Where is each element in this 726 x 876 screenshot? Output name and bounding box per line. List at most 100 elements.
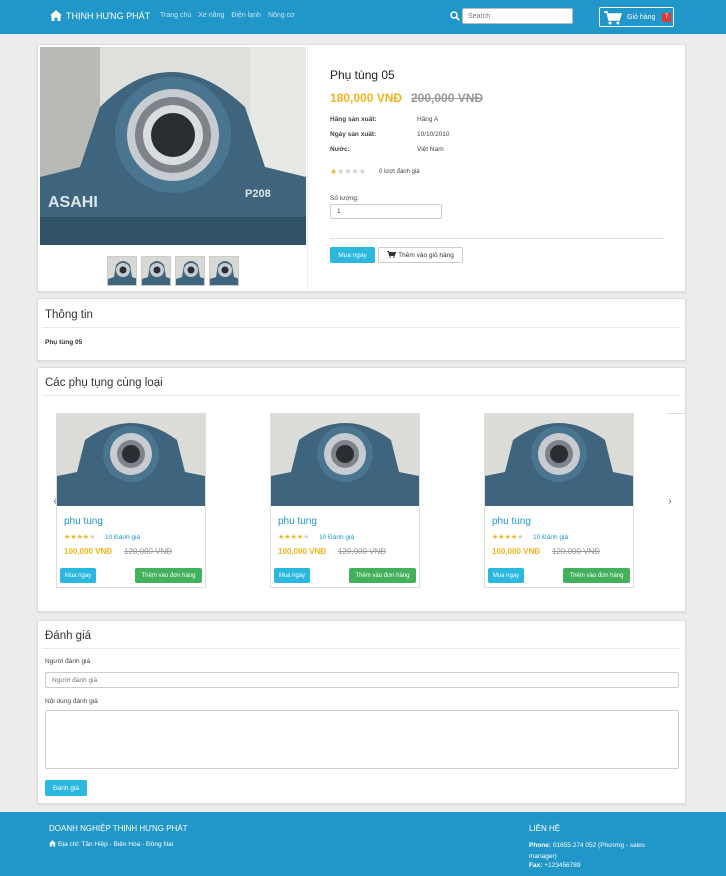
cart-label: Giỏ hàng xyxy=(627,14,656,21)
footer-fax-label: Fax: xyxy=(529,862,543,869)
buy-now-button[interactable]: Mua ngay xyxy=(330,247,375,263)
search-icon[interactable] xyxy=(450,11,460,23)
related-product-name[interactable]: phu tung xyxy=(278,516,317,527)
cart-button[interactable]: Giỏ hàng 7 xyxy=(599,7,674,27)
related-product-old-price: 120,000 VNĐ xyxy=(552,547,601,556)
menu-item-refrigeration[interactable]: Điện lạnh xyxy=(231,12,261,19)
related-product-card[interactable]: phu tung ★★★★★ 10 Đánh giá 100,000 VNĐ 1… xyxy=(484,413,634,588)
related-product-card[interactable]: phu tung ★★★★★ 10 Đánh giá 100,000 VNĐ 1… xyxy=(270,413,420,588)
footer: DOANH NGHIỆP THỊNH HƯNG PHÁT Địa chỉ: Tâ… xyxy=(0,812,726,876)
submit-review-button[interactable]: Đánh giá xyxy=(45,780,87,796)
related-add-to-order-button[interactable]: Thêm vào đơn hàng xyxy=(135,568,202,583)
product-title: Phụ tùng 05 xyxy=(330,68,395,82)
footer-fax: Fax: +123456789 xyxy=(529,862,581,869)
review-content-textarea[interactable] xyxy=(45,710,679,769)
related-product-review-count: 10 Đánh giá xyxy=(533,534,569,541)
menu-item-agri-machinery[interactable]: Nông cơ xyxy=(268,12,295,19)
image-model-text: P208 xyxy=(245,188,271,200)
footer-contact-title: LIÊN HỆ xyxy=(529,824,561,833)
related-add-to-order-button[interactable]: Thêm vào đơn hàng xyxy=(349,568,416,583)
related-product-image[interactable] xyxy=(485,414,633,506)
star-empty-icon: ★ xyxy=(517,534,524,541)
related-buy-now-button[interactable]: Mua ngay xyxy=(60,568,96,583)
related-product-price: 100,000 VNĐ xyxy=(492,547,541,556)
product-rating-stars[interactable]: ★★★★★ xyxy=(330,167,366,176)
related-product-name[interactable]: phu tung xyxy=(492,516,531,527)
related-add-to-order-button[interactable]: Thêm vào đơn hàng xyxy=(563,568,630,583)
footer-fax-value: +123456789 xyxy=(544,862,581,869)
related-product-review-count: 10 Đánh giá xyxy=(105,534,141,541)
star-empty-icon: ★ xyxy=(344,167,352,176)
related-product-price: 100,000 VNĐ xyxy=(64,547,113,556)
carousel-next-card-peek xyxy=(667,413,687,588)
thumbnail-4[interactable] xyxy=(209,256,239,286)
add-to-cart-button[interactable]: Thêm vào giỏ hàng xyxy=(378,247,463,263)
reviewer-label: Người đánh giá xyxy=(45,658,91,665)
navbar: THỊNH HƯNG PHÁT Trang chủ Xe nâng Điện l… xyxy=(0,0,726,34)
spec-value-country: Việt Nam xyxy=(417,146,444,153)
footer-address: Địa chỉ: Tân Hiệp - Biên Hòa - Đồng Nai xyxy=(49,840,173,849)
spec-label-country: Nước: xyxy=(330,146,350,153)
related-product-image[interactable] xyxy=(57,414,205,506)
main-menu: Trang chủ Xe nâng Điện lạnh Nông cơ xyxy=(160,12,295,19)
divider xyxy=(330,238,663,239)
product-rating-count: 0 lượt đánh giá xyxy=(379,169,420,175)
cart-icon xyxy=(387,250,397,260)
reviewer-input[interactable] xyxy=(45,672,679,688)
cart-count-badge: 7 xyxy=(662,13,671,22)
review-title: Đánh giá xyxy=(45,630,92,642)
spec-label-date: Ngày sản xuất: xyxy=(330,131,377,138)
quantity-input[interactable] xyxy=(330,204,442,219)
related-product-price: 100,000 VNĐ xyxy=(278,547,327,556)
related-buy-now-button[interactable]: Mua ngay xyxy=(488,568,524,583)
quantity-label: Số lượng: xyxy=(330,195,359,202)
brand-link[interactable]: THỊNH HƯNG PHÁT xyxy=(50,10,150,21)
footer-phone-label: Phone: xyxy=(529,842,552,849)
related-product-name[interactable]: phu tung xyxy=(64,516,103,527)
thumbnail-1[interactable] xyxy=(107,256,137,286)
related-product-review-count: 10 Đánh giá xyxy=(319,534,355,541)
related-products-panel: Các phụ tụng cùng loại ‹ › phu tung ★★★★… xyxy=(37,367,687,612)
footer-company-name: DOANH NGHIỆP THỊNH HƯNG PHÁT xyxy=(49,824,188,833)
thumbnail-2[interactable] xyxy=(141,256,171,286)
footer-address-text: Địa chỉ: Tân Hiệp - Biên Hòa - Đồng Nai xyxy=(58,841,174,848)
star-empty-icon: ★ xyxy=(351,167,359,176)
star-empty-icon: ★ xyxy=(89,534,96,541)
divider xyxy=(42,648,681,649)
spec-value-date: 10/10/2010 xyxy=(417,131,450,138)
product-price: 180,000 VNĐ xyxy=(330,91,403,105)
info-text: Phụ tùng 05 xyxy=(45,339,83,346)
thumbnail-3[interactable] xyxy=(175,256,205,286)
divider xyxy=(42,395,681,396)
review-content-label: Nội dung đánh giá xyxy=(45,698,98,705)
related-product-stars: ★★★★★ xyxy=(278,533,309,541)
star-empty-icon: ★ xyxy=(303,534,310,541)
related-product-stars: ★★★★★ xyxy=(64,533,95,541)
info-panel: Thông tin Phụ tùng 05 xyxy=(37,298,686,361)
review-panel: Đánh giá Người đánh giá Nội dung đánh gi… xyxy=(37,620,686,804)
related-product-old-price: 120,000 VNĐ xyxy=(124,547,173,556)
search-input[interactable] xyxy=(462,8,573,24)
related-product-card[interactable]: phu tung ★★★★★ 10 Đánh giá 100,000 VNĐ 1… xyxy=(56,413,206,588)
divider xyxy=(42,327,681,328)
menu-item-forklift[interactable]: Xe nâng xyxy=(198,12,224,19)
home-icon xyxy=(49,840,56,849)
product-main-image[interactable]: ASAHI P208 xyxy=(40,47,306,245)
related-product-stars: ★★★★★ xyxy=(492,533,523,541)
image-brand-text: ASAHI xyxy=(48,194,98,211)
product-old-price: 200,000 VNĐ xyxy=(411,91,484,105)
related-buy-now-button[interactable]: Mua ngay xyxy=(274,568,310,583)
product-panel: ASAHI P208 Phụ tùng 05 180,000 VNĐ 200,0… xyxy=(37,44,686,292)
star-empty-icon: ★ xyxy=(358,167,366,176)
footer-phone: Phone: 01655 274 052 (Phương - sales man… xyxy=(529,840,669,862)
panel-divider xyxy=(307,45,308,291)
add-to-cart-label: Thêm vào giỏ hàng xyxy=(398,251,454,259)
related-product-image[interactable] xyxy=(271,414,419,506)
info-title: Thông tin xyxy=(45,309,93,321)
menu-item-home[interactable]: Trang chủ xyxy=(160,12,191,19)
cart-icon xyxy=(604,11,623,27)
brand-name: THỊNH HƯNG PHÁT xyxy=(66,10,151,21)
related-title: Các phụ tụng cùng loại xyxy=(45,377,163,389)
spec-label-manufacturer: Hãng sản xuất: xyxy=(330,116,377,123)
related-product-old-price: 120,000 VNĐ xyxy=(338,547,387,556)
